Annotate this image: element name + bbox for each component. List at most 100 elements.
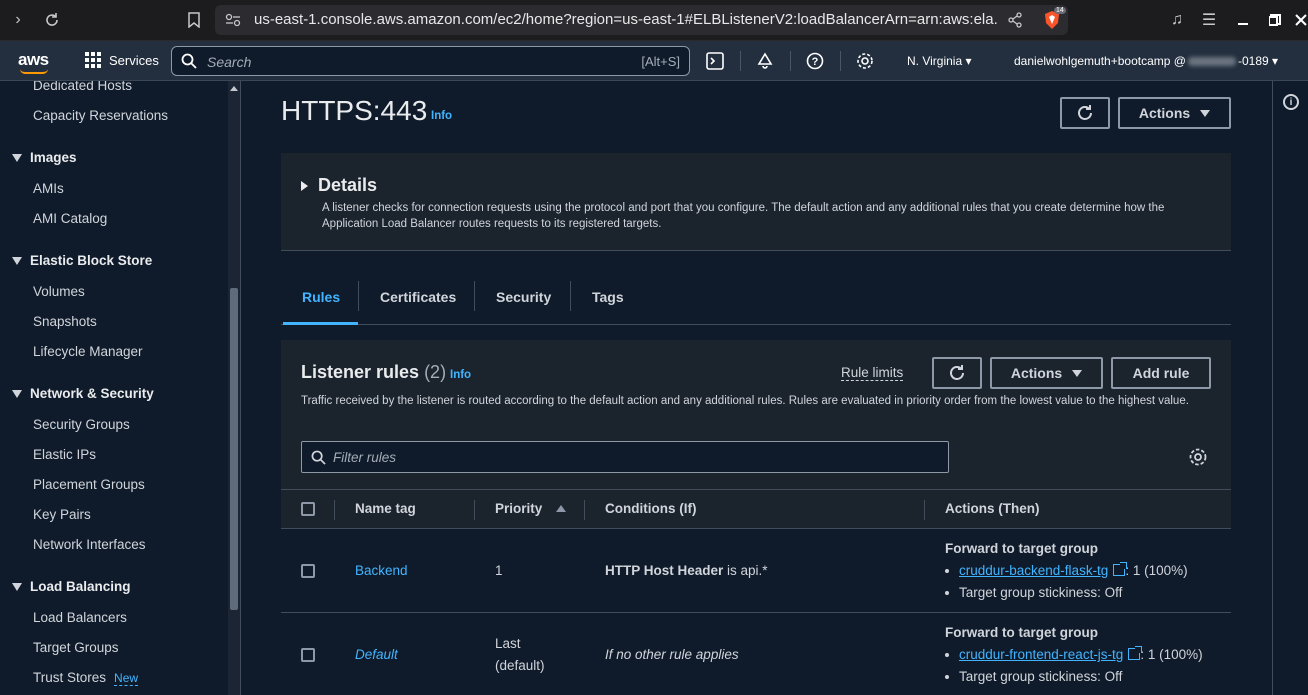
tab-divider (358, 281, 359, 311)
col-actions[interactable]: Actions (Then) (945, 501, 1040, 516)
sidebar-item-capacity-reservations[interactable]: Capacity Reservations (33, 108, 168, 123)
info-link[interactable]: Info (431, 110, 452, 122)
account-menu[interactable]: danielwohlgemuth+bootcamp @ -0189 ▾ (1014, 54, 1278, 68)
bullet (945, 569, 949, 574)
sidebar-item-elastic-ips[interactable]: Elastic IPs (33, 447, 96, 462)
sidebar-section-load-balancing[interactable]: Load Balancing (12, 579, 131, 594)
info-panel-icon[interactable]: i (1283, 94, 1299, 110)
help-icon[interactable]: ? (805, 51, 825, 71)
sidebar-section-title: Load Balancing (30, 579, 131, 594)
share-icon[interactable] (1007, 12, 1023, 33)
sidebar-item-lifecycle-manager[interactable]: Lifecycle Manager (33, 344, 143, 359)
rules-refresh-button[interactable] (932, 357, 982, 389)
stickiness-text: Target group stickiness: Off (959, 585, 1123, 600)
tab-certificates[interactable]: Certificates (380, 289, 456, 305)
search-shortcut: [Alt+S] (641, 54, 680, 69)
col-priority[interactable]: Priority (495, 501, 567, 516)
region-selector[interactable]: N. Virginia ▾ (907, 54, 972, 68)
caret-down-icon (12, 582, 22, 591)
sidebar-item-network-interfaces[interactable]: Network Interfaces (33, 537, 146, 552)
sidebar-section-title: Images (30, 150, 77, 165)
bullet (945, 591, 949, 596)
cloudshell-icon[interactable] (705, 51, 725, 71)
sidebar-item-placement-groups[interactable]: Placement Groups (33, 477, 145, 492)
brave-shield-icon[interactable]: 14 (1043, 7, 1066, 30)
table-preferences-gear-icon[interactable] (1188, 447, 1208, 467)
rule-name-link[interactable]: Default (355, 647, 398, 662)
menu-icon[interactable]: ☰ (1197, 8, 1221, 32)
aws-top-nav: aws Services Search [Alt+S] ? N. Virgini… (0, 41, 1308, 81)
search-input[interactable]: Search [Alt+S] (171, 46, 690, 76)
sidebar-item-dedicated-hosts[interactable]: Dedicated Hosts (33, 81, 132, 93)
sidebar-item-key-pairs[interactable]: Key Pairs (33, 507, 91, 522)
action-title: Forward to target group (945, 625, 1098, 640)
url-text: us-east-1.console.aws.amazon.com/ec2/hom… (254, 11, 999, 28)
sidebar-section-images[interactable]: Images (12, 150, 77, 165)
forward-icon[interactable]: › (6, 8, 30, 32)
column-divider (584, 500, 585, 520)
add-rule-button[interactable]: Add rule (1111, 357, 1211, 389)
select-all-checkbox[interactable] (301, 502, 315, 516)
tab-rules[interactable]: Rules (302, 289, 340, 305)
stickiness-line: Target group stickiness: Off (945, 669, 1122, 684)
settings-gear-icon[interactable] (855, 51, 875, 71)
music-icon[interactable]: ♫ (1165, 8, 1189, 32)
filter-rules-input[interactable]: Filter rules (301, 441, 949, 473)
minimize-icon[interactable] (1231, 8, 1255, 32)
sidebar-item-security-groups[interactable]: Security Groups (33, 417, 130, 432)
rule-name-link[interactable]: Backend (355, 563, 408, 578)
maximize-icon[interactable] (1263, 8, 1287, 32)
action-title: Forward to target group (945, 541, 1098, 556)
tab-divider (570, 281, 571, 311)
notifications-icon[interactable] (755, 51, 775, 71)
refresh-button[interactable] (1060, 97, 1110, 129)
nav-divider (740, 51, 741, 71)
sidebar-item-snapshots[interactable]: Snapshots (33, 314, 97, 329)
row-checkbox[interactable] (301, 564, 315, 578)
col-conditions[interactable]: Conditions (If) (605, 501, 696, 516)
rule-limits-link[interactable]: Rule limits (841, 365, 904, 381)
bookmark-icon[interactable] (182, 8, 206, 32)
aws-logo[interactable]: aws (18, 50, 49, 70)
address-bar[interactable]: us-east-1.console.aws.amazon.com/ec2/hom… (215, 5, 1068, 35)
column-divider (474, 500, 475, 520)
scrollbar-thumb[interactable] (230, 288, 238, 610)
dropdown-icon (1072, 369, 1083, 377)
sidebar-section-network-security[interactable]: Network & Security (12, 386, 154, 401)
target-group-link[interactable]: cruddur-backend-flask-tg (959, 563, 1108, 578)
listener-rules-panel: Listener rules (2) Info Rule limits Acti… (281, 340, 1231, 695)
details-description: A listener checks for connection request… (322, 202, 1165, 230)
sidebar-item-load-balancers[interactable]: Load Balancers (33, 610, 127, 625)
condition-value: is api.* (723, 563, 768, 578)
reload-icon[interactable] (40, 8, 64, 32)
grid-icon (85, 52, 101, 68)
sidebar-section-elastic-block-store[interactable]: Elastic Block Store (12, 253, 152, 268)
services-menu[interactable]: Services (85, 52, 159, 68)
sidebar-item-target-groups[interactable]: Target Groups (33, 640, 119, 655)
sidebar-item-trust-stores[interactable]: Trust Stores New (33, 670, 139, 686)
details-toggle[interactable]: Details (301, 175, 377, 196)
browser-toolbar: › us-east-1.console.aws.amazon.com/ec2/h… (0, 0, 1308, 41)
col-priority-label: Priority (495, 501, 543, 516)
close-icon[interactable] (1289, 8, 1308, 32)
site-settings-icon[interactable] (225, 13, 241, 32)
rules-table-header: Name tag Priority Conditions (If) Action… (281, 489, 1231, 529)
tab-tags[interactable]: Tags (592, 289, 624, 305)
sidebar-item-amis[interactable]: AMIs (33, 181, 64, 196)
actions-button[interactable]: Actions (1118, 97, 1231, 129)
col-name-tag[interactable]: Name tag (355, 501, 416, 516)
external-link-icon (1113, 562, 1128, 576)
sidebar-scrollbar[interactable] (228, 81, 240, 695)
sidebar-item-ami-catalog[interactable]: AMI Catalog (33, 211, 107, 226)
tab-security[interactable]: Security (496, 289, 551, 305)
rules-actions-button[interactable]: Actions (990, 357, 1103, 389)
nav-divider (840, 51, 841, 71)
scroll-up-icon[interactable] (230, 86, 238, 91)
sidebar-item-volumes[interactable]: Volumes (33, 284, 85, 299)
services-label: Services (109, 52, 159, 68)
target-group-link[interactable]: cruddur-frontend-react-js-tg (959, 647, 1123, 662)
svg-text:?: ? (812, 56, 819, 68)
rules-info-link[interactable]: Info (450, 369, 471, 381)
row-checkbox[interactable] (301, 648, 315, 662)
rule-priority-default: (default) (495, 658, 545, 673)
